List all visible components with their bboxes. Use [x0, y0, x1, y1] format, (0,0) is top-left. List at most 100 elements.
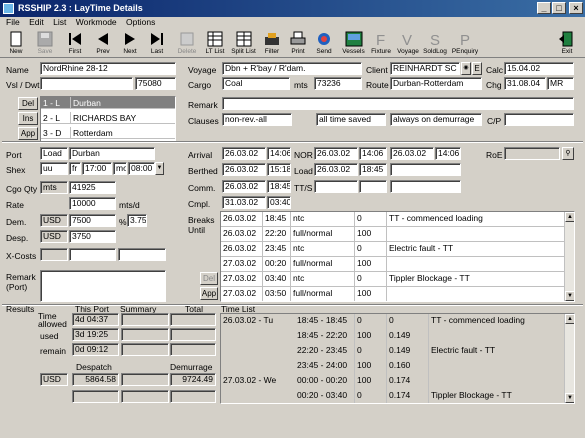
nor2-date-field[interactable]: 26.03.02 — [390, 147, 434, 160]
desp-field[interactable]: 3750 — [69, 230, 116, 243]
scroll-down-icon[interactable]: ▼ — [565, 291, 574, 301]
breaks-scrollbar[interactable]: ▲ ▼ — [564, 212, 574, 301]
dem-currency-field[interactable]: USD — [40, 214, 68, 227]
lt-list-button[interactable]: LT List — [201, 29, 229, 57]
nor2-time-field[interactable]: 14:06 — [435, 147, 461, 160]
shex-to-time[interactable]: 08:00 — [128, 162, 155, 175]
penquiry-button[interactable]: P PEnquiry — [451, 29, 479, 57]
shex-to-day[interactable]: mo — [113, 162, 127, 175]
cmpl-time-field[interactable]: 03:40 — [267, 196, 291, 209]
client-e-button[interactable]: E — [472, 62, 482, 75]
first-button[interactable]: First — [61, 29, 89, 57]
comm-date-field[interactable]: 26.03.02 — [222, 180, 266, 193]
xcosts-field[interactable] — [69, 248, 116, 261]
cp-field[interactable] — [504, 113, 574, 126]
load-extra-field[interactable] — [390, 163, 461, 176]
load-time-field[interactable]: 18:45 — [359, 163, 387, 176]
exit-button[interactable]: Exit — [554, 29, 580, 57]
table-row[interactable]: 26.03.02 22:20 full/normal 100 — [221, 227, 565, 242]
new-button[interactable]: New — [2, 29, 30, 57]
port-type-field[interactable]: Load — [40, 147, 68, 160]
tts-time-field[interactable] — [359, 180, 387, 193]
table-row[interactable]: 27.03.02 - We 00:00 - 00:20 100 0.174 — [221, 374, 565, 389]
load-date-field[interactable]: 26.03.02 — [314, 163, 358, 176]
scroll-up-icon[interactable]: ▲ — [565, 314, 574, 324]
remark-field[interactable] — [222, 97, 574, 110]
shex-from-day[interactable]: fr — [69, 162, 81, 175]
table-row[interactable]: 26.03.02 23:45 ntc 0 Electric fault - TT — [221, 242, 565, 257]
time-list-scrollbar[interactable]: ▲ ▼ — [564, 314, 574, 403]
dem-pct-field[interactable]: 3.75 — [127, 214, 147, 227]
tts-date-field[interactable] — [314, 180, 358, 193]
minimize-button[interactable]: _ — [537, 2, 551, 14]
chg-user-field[interactable]: MR — [547, 77, 574, 90]
cgo-qty-field[interactable]: 41925 — [69, 181, 116, 194]
voyage-button[interactable]: V Voyage — [395, 29, 421, 57]
shex-from-time[interactable]: 17:00 — [82, 162, 112, 175]
arrival-date-field[interactable]: 26.03.02 — [222, 147, 266, 160]
client-field[interactable]: REINHARDT SC — [390, 62, 460, 75]
nor-time-field[interactable]: 14:06 — [359, 147, 387, 160]
client-lookup-button[interactable]: ◉ — [461, 62, 471, 75]
voyage-field[interactable]: Dbn + R'bay / R'dam. — [222, 62, 362, 75]
table-row[interactable]: 00:20 - 03:40 0 0.174 Tippler Blockage - TT — [221, 389, 565, 403]
scroll-down-icon[interactable]: ▼ — [565, 393, 574, 403]
port-name-field[interactable]: Durban — [69, 147, 155, 160]
print-button[interactable]: Print — [285, 29, 311, 57]
send-button[interactable]: Send — [311, 29, 337, 57]
breaks-app-button[interactable]: App — [200, 287, 218, 300]
list-item[interactable]: 3 - D Rotterdam — [41, 127, 175, 139]
cgo-unit-field[interactable]: mts — [40, 181, 68, 194]
route-field[interactable]: Durban-Rotterdam — [390, 77, 482, 90]
clause-2-field[interactable]: all time saved — [316, 113, 386, 126]
filter-button[interactable]: Filter — [259, 29, 285, 57]
berthed-date-field[interactable]: 26.03.02 — [222, 163, 266, 176]
mts-field[interactable]: 73236 — [314, 77, 362, 90]
list-item[interactable]: 2 - L RICHARDS BAY — [41, 112, 175, 124]
last-button[interactable]: Last — [143, 29, 171, 57]
prev-button[interactable]: Prev — [89, 29, 117, 57]
soldlog-button[interactable]: S SoldLog — [421, 29, 449, 57]
comm-time-field[interactable]: 18:45 — [267, 180, 291, 193]
dem-field[interactable]: 7500 — [69, 214, 116, 227]
close-button[interactable]: × — [569, 2, 583, 14]
port-del-button[interactable]: Del — [18, 97, 38, 110]
menu-workmode[interactable]: Workmode — [76, 17, 117, 27]
delete-button[interactable]: Delete — [173, 29, 201, 57]
table-row[interactable]: 23:45 - 24:00 100 0.160 — [221, 359, 565, 374]
port-ins-button[interactable]: Ins — [18, 112, 38, 125]
chg-date-field[interactable]: 31.08.04 — [504, 77, 546, 90]
rate-field[interactable]: 10000 — [69, 197, 116, 210]
table-row[interactable]: 26.03.02 18:45 ntc 0 TT - commenced loading — [221, 212, 565, 227]
clause-1-field[interactable]: non-rev.-all — [222, 113, 292, 126]
tts-extra-field[interactable] — [390, 180, 461, 193]
split-list-button[interactable]: Split List — [229, 29, 258, 57]
roe-search-button[interactable]: ⚲ — [562, 147, 574, 160]
dwt-field[interactable]: 75080 — [135, 77, 176, 90]
breaks-del-button[interactable]: Del — [200, 272, 218, 285]
cargo-field[interactable]: Coal — [222, 77, 290, 90]
nor-date-field[interactable]: 26.03.02 — [314, 147, 358, 160]
arrival-time-field[interactable]: 14:06 — [267, 147, 291, 160]
xcosts-currency-field[interactable] — [40, 248, 68, 261]
port-remark-field[interactable] — [40, 270, 166, 302]
table-row[interactable]: 22:20 - 23:45 0 0.149 Electric fault - TT — [221, 344, 565, 359]
table-row[interactable]: 18:45 - 22:20 100 0.149 — [221, 329, 565, 344]
vessel-field[interactable] — [40, 77, 133, 90]
port-app-button[interactable]: App — [18, 127, 38, 140]
menu-options[interactable]: Options — [126, 17, 155, 27]
shex-dropdown[interactable]: ▼ — [155, 162, 164, 175]
list-item[interactable]: 1 - L Durban — [41, 97, 175, 109]
roe-field[interactable] — [504, 147, 560, 160]
xcosts-remark-field[interactable] — [118, 248, 166, 261]
next-button[interactable]: Next — [116, 29, 144, 57]
desp-currency-field[interactable]: USD — [40, 230, 68, 243]
cmpl-date-field[interactable]: 31.03.02 — [222, 196, 266, 209]
menu-edit[interactable]: Edit — [29, 17, 44, 27]
vessel-name-field[interactable]: NordRhine 28-12 — [40, 62, 176, 75]
menu-list[interactable]: List — [53, 17, 66, 27]
save-button[interactable]: Save — [31, 29, 59, 57]
maximize-button[interactable]: □ — [552, 2, 566, 14]
scroll-up-icon[interactable]: ▲ — [565, 212, 574, 222]
vessels-button[interactable]: Vessels — [339, 29, 368, 57]
